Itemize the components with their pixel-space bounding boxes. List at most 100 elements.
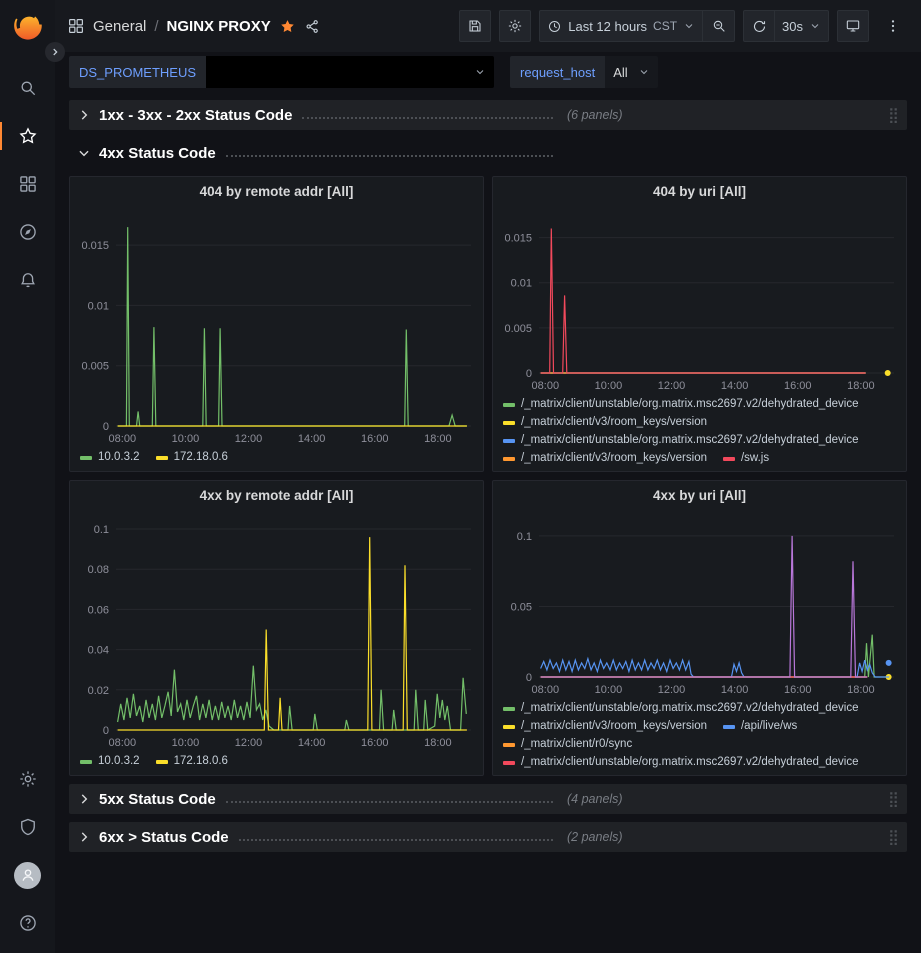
avatar bbox=[14, 862, 41, 889]
row-4xx[interactable]: 4xx Status Code bbox=[69, 138, 907, 168]
share-icon[interactable] bbox=[304, 18, 321, 35]
x-axis-tick-label: 16:00 bbox=[361, 737, 389, 749]
breadcrumb: General / NGINX PROXY bbox=[67, 17, 321, 35]
y-axis-tick-label: 0.005 bbox=[504, 323, 532, 335]
sidebar-item-alerting[interactable] bbox=[0, 256, 55, 304]
more-options-button[interactable] bbox=[877, 10, 909, 42]
refresh-button[interactable] bbox=[743, 10, 775, 42]
legend-item[interactable]: 10.0.3.2 bbox=[80, 450, 140, 465]
dashboard-title[interactable]: NGINX PROXY bbox=[167, 18, 271, 35]
row-left: 4xx Status Code bbox=[77, 145, 563, 162]
row-left: 1xx - 3xx - 2xx Status Code bbox=[77, 107, 563, 124]
dashboard-settings-button[interactable] bbox=[499, 10, 531, 42]
legend-item[interactable]: /_matrix/client/unstable/org.matrix.msc2… bbox=[503, 433, 859, 448]
row-title: 6xx > Status Code bbox=[99, 829, 229, 846]
zoom-out-icon bbox=[711, 18, 727, 34]
time-controls: Last 12 hours CST bbox=[539, 10, 735, 42]
sidebar-item-help[interactable] bbox=[0, 899, 55, 947]
toolbar-actions: Last 12 hours CST bbox=[459, 10, 909, 42]
legend-item[interactable]: /_matrix/client/unstable/org.matrix.msc2… bbox=[503, 755, 859, 770]
legend-label: /_matrix/client/unstable/org.matrix.msc2… bbox=[521, 397, 859, 412]
row-title: 5xx Status Code bbox=[99, 791, 216, 808]
grafana-logo[interactable] bbox=[11, 10, 45, 44]
legend-label: /_matrix/client/v3/room_keys/version bbox=[521, 719, 707, 734]
x-axis-tick-label: 10:00 bbox=[172, 433, 200, 445]
sidebar-item-configuration[interactable] bbox=[0, 755, 55, 803]
legend-label: /_matrix/client/r0/sync bbox=[521, 737, 632, 752]
panel-title[interactable]: 404 by remote addr [All] bbox=[70, 177, 483, 205]
y-axis-tick-label: 0 bbox=[103, 421, 109, 433]
breadcrumb-folder[interactable]: General bbox=[93, 18, 146, 35]
legend-label: /_matrix/client/v3/room_keys/version bbox=[521, 451, 707, 466]
legend-item[interactable]: 10.0.3.2 bbox=[80, 754, 140, 769]
sidebar-item-explore[interactable] bbox=[0, 208, 55, 256]
star-icon bbox=[18, 126, 38, 146]
x-axis-tick-label: 10:00 bbox=[595, 684, 623, 696]
row-6xx[interactable]: 6xx > Status Code (2 panels) ⣿ bbox=[69, 822, 907, 852]
series-line bbox=[541, 635, 890, 677]
legend-item[interactable]: /_matrix/client/unstable/org.matrix.msc2… bbox=[503, 397, 859, 412]
legend-label: 172.18.0.6 bbox=[174, 450, 228, 465]
x-axis-tick-label: 14:00 bbox=[298, 737, 326, 749]
legend-item[interactable]: /sw.js bbox=[723, 451, 769, 466]
x-axis-tick-label: 16:00 bbox=[784, 380, 812, 392]
row-drag-handle-icon[interactable]: ⣿ bbox=[888, 828, 899, 846]
legend-item[interactable]: /api/live/ws bbox=[723, 719, 797, 734]
zoom-out-button[interactable] bbox=[703, 10, 735, 42]
legend-swatch bbox=[503, 761, 515, 765]
datasource-variable-select[interactable] bbox=[206, 56, 494, 88]
legend-item[interactable]: /_matrix/client/v3/room_keys/version bbox=[503, 719, 707, 734]
grafana-app: General / NGINX PROXY bbox=[0, 0, 921, 953]
legend-item[interactable]: /_matrix/client/v3/room_keys/version bbox=[503, 415, 707, 430]
sidebar-item-search[interactable] bbox=[0, 64, 55, 112]
row-5xx[interactable]: 5xx Status Code (4 panels) ⣿ bbox=[69, 784, 907, 814]
request-host-variable-select[interactable]: All bbox=[605, 56, 657, 88]
x-axis-tick-label: 08:00 bbox=[109, 433, 137, 445]
save-dashboard-button[interactable] bbox=[459, 10, 491, 42]
sidebar-item-profile[interactable] bbox=[0, 851, 55, 899]
panel-title[interactable]: 404 by uri [All] bbox=[493, 177, 906, 205]
panel-404-by-uri: 404 by uri [All] 00.0050.010.01508:0010:… bbox=[492, 176, 907, 472]
sidebar-item-server-admin[interactable] bbox=[0, 803, 55, 851]
time-range-picker[interactable]: Last 12 hours CST bbox=[539, 10, 703, 42]
refresh-icon bbox=[752, 19, 767, 34]
x-axis-tick-label: 12:00 bbox=[235, 433, 263, 445]
panel-title[interactable]: 4xx by uri [All] bbox=[493, 481, 906, 509]
row-title: 4xx Status Code bbox=[99, 145, 216, 162]
favorite-star-icon[interactable] bbox=[279, 18, 296, 35]
row-drag-handle-icon[interactable]: ⣿ bbox=[888, 790, 899, 808]
chevron-down-icon bbox=[809, 20, 821, 32]
x-axis-tick-label: 08:00 bbox=[532, 380, 560, 392]
sidebar-collapse-button[interactable] bbox=[45, 42, 65, 62]
panel-title[interactable]: 4xx by remote addr [All] bbox=[70, 481, 483, 509]
x-axis-tick-label: 16:00 bbox=[784, 684, 812, 696]
legend-item[interactable]: /_matrix/client/v3/room_keys/version bbox=[503, 451, 707, 466]
y-axis-tick-label: 0.015 bbox=[504, 233, 532, 245]
dashboard-variables-bar: DS_PROMETHEUS request_host All bbox=[55, 52, 921, 92]
legend-item[interactable]: 172.18.0.6 bbox=[156, 754, 228, 769]
datasource-variable-label: DS_PROMETHEUS bbox=[69, 56, 206, 88]
panels-grid: 404 by remote addr [All] 00.0050.010.015… bbox=[69, 176, 907, 776]
sidebar-item-starred[interactable] bbox=[0, 112, 55, 160]
tv-mode-button[interactable] bbox=[837, 10, 869, 42]
legend-item[interactable]: /_matrix/client/r0/sync bbox=[503, 737, 632, 752]
dashboard-canvas: 1xx - 3xx - 2xx Status Code (6 panels) ⣿… bbox=[55, 92, 921, 953]
legend-item[interactable]: 172.18.0.6 bbox=[156, 450, 228, 465]
panel-legend: /_matrix/client/unstable/org.matrix.msc2… bbox=[493, 395, 906, 471]
shield-icon bbox=[18, 817, 38, 837]
search-icon bbox=[18, 78, 38, 98]
row-1xx-3xx-2xx[interactable]: 1xx - 3xx - 2xx Status Code (6 panels) ⣿ bbox=[69, 100, 907, 130]
row-drag-handle-icon[interactable]: ⣿ bbox=[888, 106, 899, 124]
panel-4xx-by-uri: 4xx by uri [All] 00.050.108:0010:0012:00… bbox=[492, 480, 907, 776]
chart-canvas: 00.0050.010.01508:0010:0012:0014:0016:00… bbox=[493, 205, 906, 395]
legend-label: /sw.js bbox=[741, 451, 769, 466]
refresh-interval-picker[interactable]: 30s bbox=[775, 10, 829, 42]
variable-datasource: DS_PROMETHEUS bbox=[69, 56, 494, 88]
row-left: 5xx Status Code bbox=[77, 791, 563, 808]
legend-item[interactable]: /_matrix/client/unstable/org.matrix.msc2… bbox=[503, 701, 859, 716]
series-point bbox=[885, 370, 891, 376]
x-axis-tick-label: 14:00 bbox=[721, 684, 749, 696]
row-panel-count: (4 panels) bbox=[567, 792, 623, 806]
sidebar-item-dashboards[interactable] bbox=[0, 160, 55, 208]
legend-label: /_matrix/client/v3/room_keys/version bbox=[521, 415, 707, 430]
